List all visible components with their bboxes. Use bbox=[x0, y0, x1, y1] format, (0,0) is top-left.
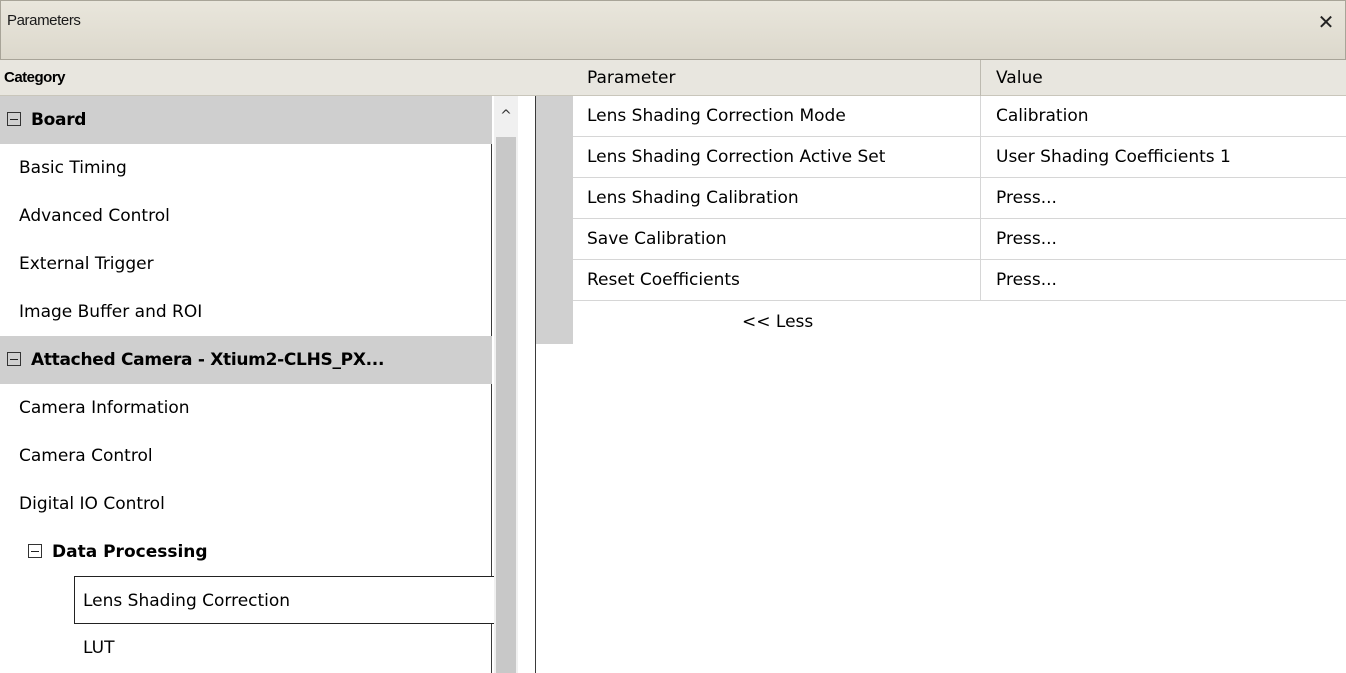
column-header-row: Category Parameter Value bbox=[0, 60, 1346, 96]
scroll-up-icon[interactable]: ^ bbox=[494, 96, 518, 136]
table-row[interactable]: Lens Shading Correction Active Set User … bbox=[573, 137, 1346, 178]
parameter-column-header[interactable]: Parameter bbox=[573, 60, 981, 96]
window-title: Parameters bbox=[7, 12, 81, 29]
tree-item-label: Attached Camera - Xtium2-CLHS_PX... bbox=[31, 350, 385, 370]
parameter-value[interactable]: User Shading Coefficients 1 bbox=[981, 137, 1346, 177]
tree-item-label: Advanced Control bbox=[19, 206, 170, 226]
tree-item-camera-control[interactable]: Camera Control bbox=[0, 432, 492, 480]
table-row[interactable]: Lens Shading Calibration Press... bbox=[573, 178, 1346, 219]
tree-group-board[interactable]: Board bbox=[0, 96, 492, 144]
tree-scrollbar[interactable]: ^ bbox=[494, 96, 518, 673]
tree-item-label: Basic Timing bbox=[19, 158, 127, 178]
collapse-icon[interactable] bbox=[7, 111, 21, 126]
tree-item-camera-information[interactable]: Camera Information bbox=[0, 384, 492, 432]
category-header: Category bbox=[4, 69, 66, 86]
tree-item-label: Image Buffer and ROI bbox=[19, 302, 203, 322]
parameter-value[interactable]: Press... bbox=[981, 178, 1346, 218]
collapse-icon[interactable] bbox=[7, 351, 21, 366]
tree-item-label: LUT bbox=[83, 638, 115, 658]
tree-group-attached-camera[interactable]: Attached Camera - Xtium2-CLHS_PX... bbox=[0, 336, 492, 384]
tree-item-label: Data Processing bbox=[52, 542, 208, 562]
collapse-icon[interactable] bbox=[28, 543, 42, 558]
parameter-name: Lens Shading Calibration bbox=[573, 178, 981, 218]
value-column-header[interactable]: Value bbox=[981, 60, 1346, 96]
scrollbar-thumb[interactable] bbox=[496, 137, 516, 673]
tree-item-lut[interactable]: LUT bbox=[74, 624, 492, 672]
table-row[interactable]: Save Calibration Press... bbox=[573, 219, 1346, 260]
tree-item-digital-io[interactable]: Digital IO Control bbox=[0, 480, 492, 528]
close-icon[interactable]: ✕ bbox=[1313, 9, 1339, 35]
parameter-name: Lens Shading Correction Mode bbox=[573, 96, 981, 136]
parameter-name: Reset Coefficients bbox=[573, 260, 981, 300]
tree-item-label: External Trigger bbox=[19, 254, 154, 274]
tree-item-label: Camera Control bbox=[19, 446, 153, 466]
window-titlebar: Parameters ✕ bbox=[0, 0, 1346, 60]
table-row[interactable]: Lens Shading Correction Mode Calibration bbox=[573, 96, 1346, 137]
tree-item-label: Camera Information bbox=[19, 398, 190, 418]
parameter-value[interactable]: Press... bbox=[981, 219, 1346, 259]
tree-item-advanced-control[interactable]: Advanced Control bbox=[0, 192, 492, 240]
tree-item-label: Digital IO Control bbox=[19, 494, 165, 514]
row-header-strip bbox=[536, 96, 573, 344]
tree-item-basic-timing[interactable]: Basic Timing bbox=[0, 144, 492, 192]
tree-item-label: Lens Shading Correction bbox=[83, 591, 291, 611]
parameter-name: Lens Shading Correction Active Set bbox=[573, 137, 981, 177]
parameter-value[interactable]: Press... bbox=[981, 260, 1346, 300]
parameter-name: Save Calibration bbox=[573, 219, 981, 259]
tree-item-external-trigger[interactable]: External Trigger bbox=[0, 240, 492, 288]
tree-subgroup-data-processing[interactable]: Data Processing bbox=[0, 528, 492, 576]
less-link[interactable]: << Less bbox=[742, 312, 813, 332]
category-tree: Board Basic Timing Advanced Control Exte… bbox=[0, 96, 499, 673]
parameter-value[interactable]: Calibration bbox=[981, 96, 1346, 136]
table-row[interactable]: Reset Coefficients Press... bbox=[573, 260, 1346, 301]
tree-item-label: Board bbox=[31, 110, 87, 130]
tree-item-image-buffer[interactable]: Image Buffer and ROI bbox=[0, 288, 492, 336]
tree-item-lens-shading-correction[interactable]: Lens Shading Correction bbox=[74, 576, 499, 624]
